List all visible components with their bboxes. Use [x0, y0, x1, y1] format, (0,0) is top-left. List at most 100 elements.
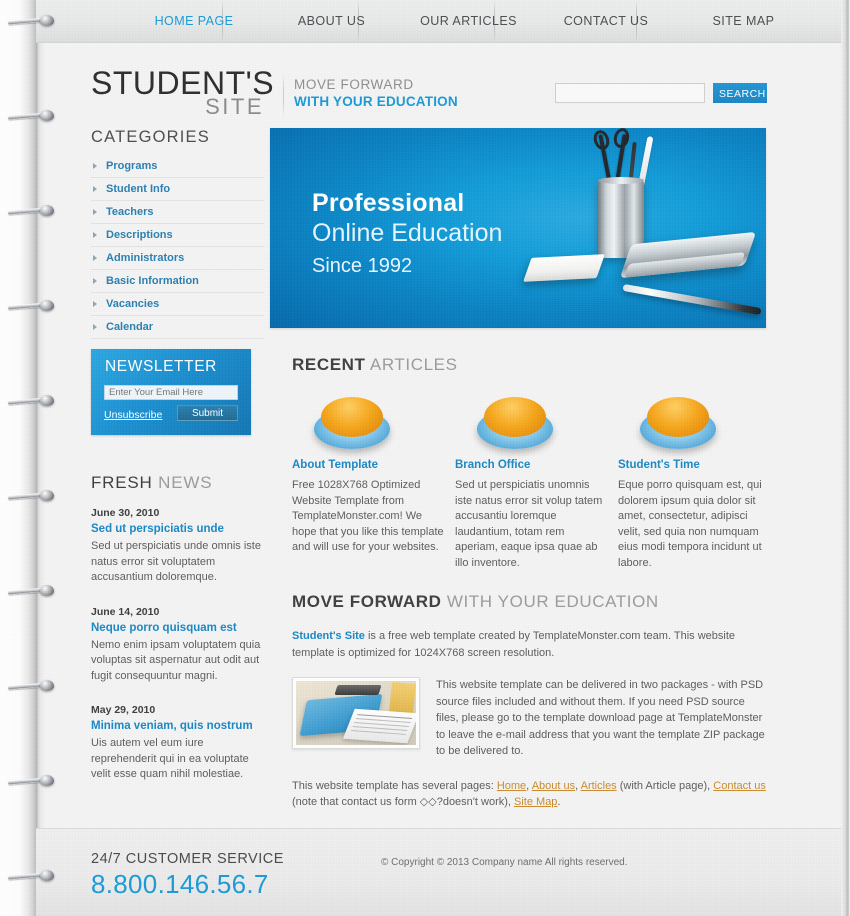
fresh-news-heading: FRESH NEWS	[91, 473, 266, 493]
article-card-title[interactable]: Branch Office	[455, 459, 607, 471]
article-card-icon-wrap	[618, 393, 770, 451]
page-link-articles[interactable]: Articles	[581, 780, 617, 792]
category-item-teachers[interactable]: Teachers	[91, 201, 264, 224]
article-card: Student's Time Eque porro quisquam est, q…	[618, 393, 770, 571]
spiral-ring	[7, 584, 64, 597]
main-area: CATEGORIES Programs Student Info Teachers D…	[36, 128, 841, 828]
pages-static-text: (note that contact us form ◇◇?doesn't wo…	[292, 796, 515, 808]
spiral-ring-knob	[40, 300, 54, 311]
news-item: May 29, 2010 Minima veniam, quis nostrum U…	[91, 704, 266, 783]
nav-item-our-articles[interactable]: OUR ARTICLES	[401, 0, 536, 43]
recent-heading-light: ARTICLES	[365, 355, 458, 374]
chevron-right-icon	[93, 163, 97, 169]
nav-item-about-us[interactable]: ABOUT US	[264, 0, 399, 43]
category-item-label: Programs	[106, 160, 158, 172]
category-item-programs[interactable]: Programs	[91, 155, 264, 178]
nav-item-home-page[interactable]: HOME PAGE	[124, 0, 264, 43]
category-item-vacancies[interactable]: Vacancies	[91, 293, 264, 316]
hero-banner[interactable]: Professional Online Education Since 1992	[270, 128, 766, 328]
newsletter-email-input[interactable]	[104, 385, 238, 400]
chevron-right-icon	[93, 278, 97, 284]
blue-disc-icon[interactable]	[314, 393, 390, 451]
sidebar: CATEGORIES Programs Student Info Teachers D…	[91, 128, 264, 339]
fresh-news-heading-light: NEWS	[152, 473, 213, 492]
category-item-calendar[interactable]: Calendar	[91, 316, 264, 339]
page-root: HOME PAGE ABOUT US OUR ARTICLES CONTACT US S…	[0, 0, 850, 916]
photo-stapler	[334, 685, 382, 695]
spiral-ring-knob	[40, 585, 54, 596]
move-forward-image-row: This website template can be delivered i…	[292, 677, 770, 760]
search-button[interactable]: SEARCH	[713, 83, 767, 103]
category-item-basic-information[interactable]: Basic Information	[91, 270, 264, 293]
category-item-label: Descriptions	[106, 229, 173, 241]
article-card-title[interactable]: About Template	[292, 459, 444, 471]
categories-list: Programs Student Info Teachers Descriptions…	[91, 155, 264, 339]
article-card-list: About Template Free 1028X768 Optimized We…	[292, 393, 770, 569]
move-forward-lead-link[interactable]: Student's Site	[292, 630, 365, 642]
spiral-ring	[7, 204, 64, 217]
hero-line-3: Since 1992	[312, 255, 413, 277]
main-navigation: HOME PAGE ABOUT US OUR ARTICLES CONTACT US S…	[36, 0, 841, 43]
category-item-label: Student Info	[106, 183, 171, 195]
pages-static-text: This website template has several pages:	[292, 779, 497, 792]
ballpoint-pen-icon	[622, 283, 762, 316]
slogan-line-2: WITH YOUR EDUCATION	[294, 94, 458, 109]
spiral-ring-knob	[40, 490, 54, 501]
news-item-title[interactable]: Minima veniam, quis nostrum	[91, 720, 266, 732]
spiral-ring-knob	[40, 205, 54, 216]
pages-static-text: .	[557, 796, 561, 808]
news-item-title[interactable]: Sed ut perspiciatis unde	[91, 523, 266, 535]
mf-heading-light: WITH YOUR EDUCATION	[441, 592, 659, 611]
spiral-ring-knob	[40, 15, 54, 26]
article-card-text: Free 1028X768 Optimized Website Template…	[292, 479, 444, 553]
nav-item-contact-us[interactable]: CONTACT US	[536, 0, 676, 43]
article-card-text: Eque porro quisquam est, qui dolorem ips…	[618, 479, 762, 569]
categories-heading: CATEGORIES	[91, 128, 210, 146]
spiral-ring	[7, 489, 64, 502]
globe-disc-icon[interactable]	[477, 393, 553, 451]
header-slogan: MOVE FORWARD WITH YOUR EDUCATION	[294, 76, 458, 110]
spiral-ring	[7, 109, 64, 122]
news-item-title[interactable]: Neque porro quisquam est	[91, 622, 266, 634]
page-link-site-map[interactable]: Site Map	[514, 796, 557, 808]
category-item-administrators[interactable]: Administrators	[91, 247, 264, 270]
news-item-date: June 30, 2010	[91, 507, 160, 519]
newsletter-submit-button[interactable]: Submit	[177, 405, 238, 421]
fresh-news-widget: FRESH NEWS June 30, 2010 Sed ut perspicia…	[91, 473, 266, 803]
hero-line-2: Online Education	[312, 219, 503, 247]
article-card: Branch Office Sed ut perspiciatis unomnis…	[455, 393, 607, 571]
customer-service-label: 24/7 CUSTOMER SERVICE	[91, 851, 284, 867]
chevron-right-icon	[93, 186, 97, 192]
article-card-title[interactable]: Student's Time	[618, 459, 770, 471]
chevron-right-icon	[93, 301, 97, 307]
chevron-right-icon	[93, 324, 97, 330]
page-link-about-us[interactable]: About us	[532, 780, 575, 792]
newsletter-unsubscribe-link[interactable]: Unsubscribe	[104, 409, 162, 421]
site-logo[interactable]: STUDENT'S SITE	[91, 67, 286, 118]
fresh-news-heading-bold: FRESH	[91, 473, 153, 492]
category-item-descriptions[interactable]: Descriptions	[91, 224, 264, 247]
pages-static-text: (with Article page),	[616, 779, 714, 792]
page-link-home[interactable]: Home	[497, 780, 526, 792]
hero-banner-text: Professional Online Education Since 1992	[312, 188, 502, 281]
disc-ring	[647, 397, 709, 437]
spiral-ring-knob	[40, 775, 54, 786]
move-forward-lead: Student's Site is a free web template cr…	[292, 628, 770, 661]
search-input[interactable]	[555, 83, 705, 103]
recent-articles-heading: RECENT ARTICLES	[292, 355, 770, 375]
spiral-ring	[7, 14, 64, 27]
clock-disc-icon[interactable]	[640, 393, 716, 451]
article-card-text: Sed ut perspiciatis unomnis iste natus e…	[455, 479, 603, 569]
page-link-contact-us[interactable]: Contact us	[713, 780, 766, 792]
spiral-ring	[7, 299, 64, 312]
spiral-ring	[7, 394, 64, 407]
search-form: SEARCH	[555, 83, 767, 103]
spiral-ring	[7, 774, 64, 787]
notepad-icon	[523, 254, 605, 282]
news-item-text: Sed ut perspiciatis unde omnis iste natu…	[91, 540, 261, 583]
category-item-student-info[interactable]: Student Info	[91, 178, 264, 201]
nav-item-site-map[interactable]: SITE MAP	[676, 0, 811, 43]
article-card-icon-wrap	[292, 393, 444, 451]
mf-heading-bold: MOVE FORWARD	[292, 592, 442, 611]
news-item-date: June 14, 2010	[91, 605, 160, 618]
